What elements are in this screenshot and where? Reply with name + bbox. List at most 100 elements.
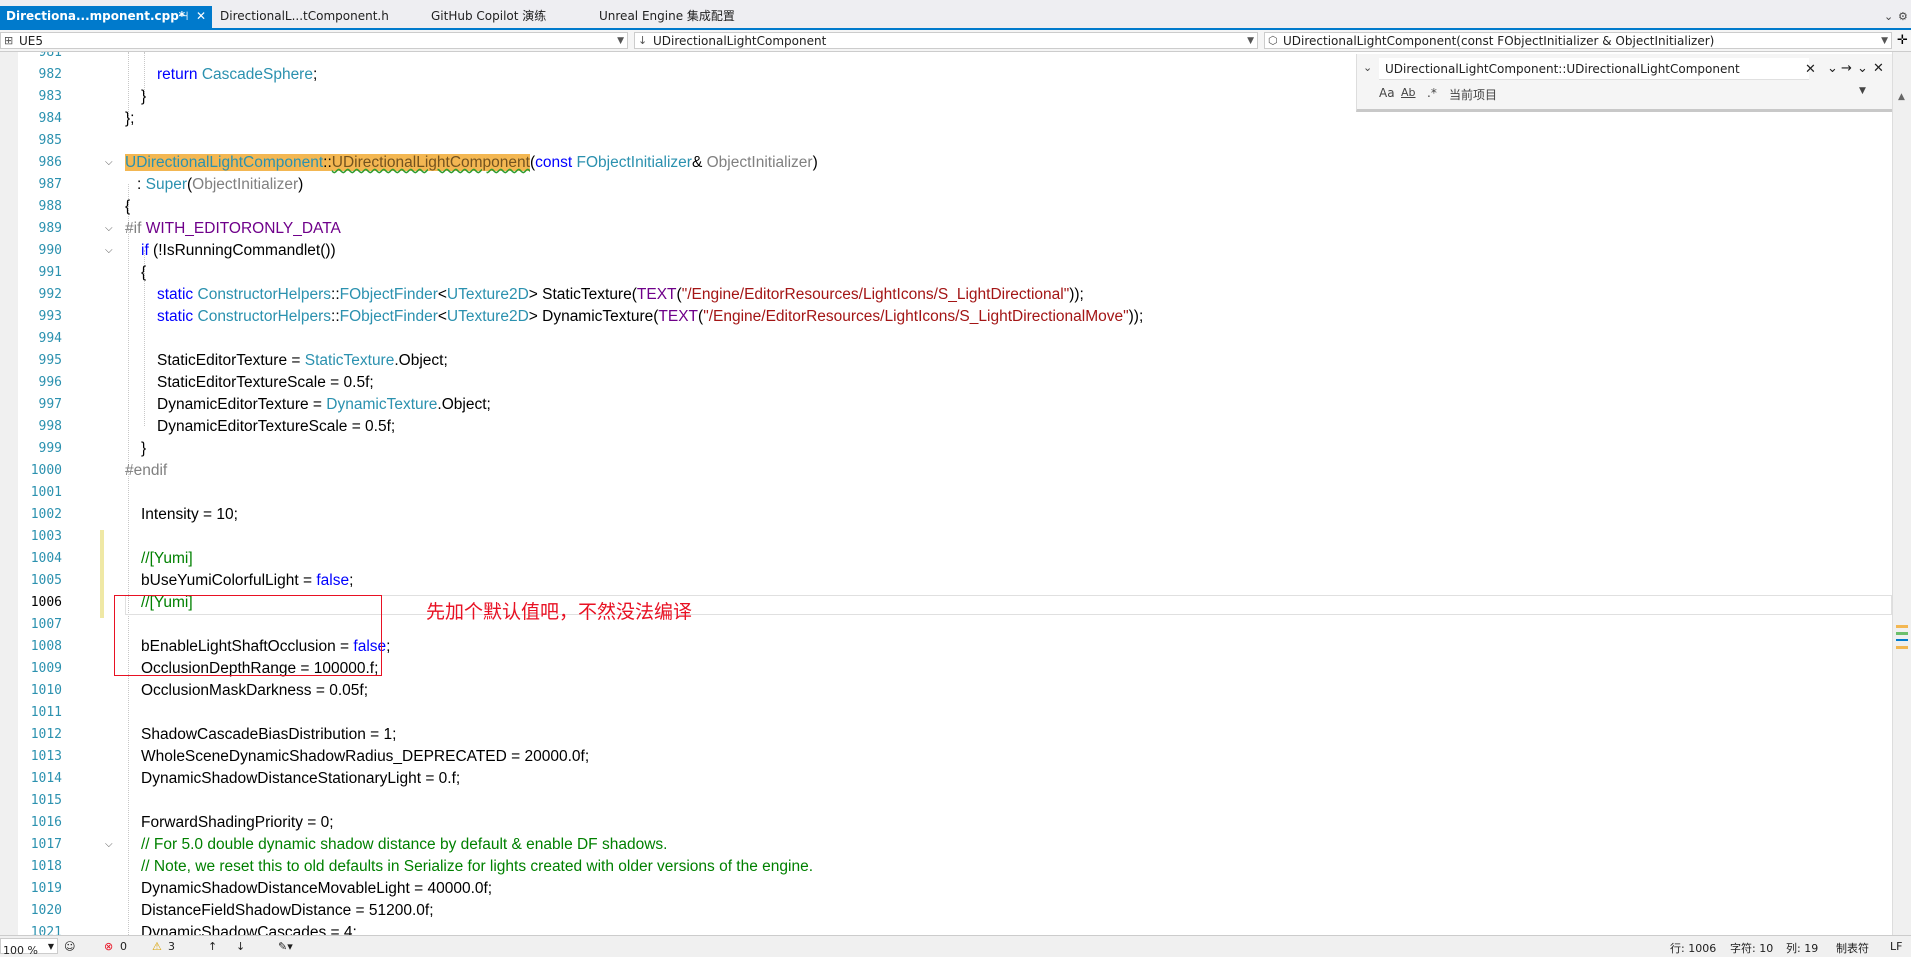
copilot-icon[interactable]: ☺ bbox=[64, 940, 75, 953]
line-ending[interactable]: LF bbox=[1890, 940, 1902, 953]
line-number: 1000 bbox=[30, 463, 62, 478]
warning-count[interactable]: 3 bbox=[168, 940, 175, 953]
type-name: FObjectFinder bbox=[339, 286, 438, 303]
search-scope[interactable]: 当前项目 bbox=[1449, 86, 1497, 103]
code-line: 988 { bbox=[0, 196, 1892, 218]
fold-chevron-icon[interactable]: ⌵ bbox=[105, 240, 113, 262]
macro-name: TEXT bbox=[636, 286, 677, 303]
project-dropdown[interactable]: ⊞ UE5 ▼ bbox=[0, 32, 628, 49]
member-access: .Object; bbox=[394, 352, 448, 369]
line-number: 994 bbox=[38, 331, 62, 346]
tab-label: GitHub Copilot 演练 bbox=[431, 9, 547, 23]
method-cube-icon: ⬡ bbox=[1268, 34, 1278, 47]
find-next-arrow-icon[interactable]: → bbox=[1841, 61, 1852, 76]
expand-replace-chevron-icon[interactable]: ⌄ bbox=[1363, 61, 1372, 74]
warning-icon[interactable]: ⚠ bbox=[152, 940, 162, 953]
pin-icon[interactable]: ⊣ bbox=[178, 6, 188, 26]
line-number: 981 bbox=[38, 52, 62, 60]
colon: : bbox=[137, 176, 146, 193]
member-dropdown[interactable]: ⬡ UDirectionalLightComponent(const FObje… bbox=[1264, 32, 1892, 49]
member-access: .Object; bbox=[437, 396, 491, 413]
tab-label: Directiona...mponent.cpp* bbox=[6, 9, 186, 23]
code-text: WholeSceneDynamicShadowRadius_DEPRECATED… bbox=[141, 748, 590, 765]
next-issue-arrow-icon[interactable]: ↓ bbox=[236, 940, 245, 953]
find-dropdown-chevron-icon[interactable]: ⌄ bbox=[1857, 61, 1868, 76]
keyword-if: if bbox=[141, 242, 149, 259]
code-line: 1015 bbox=[0, 790, 1892, 812]
line-number: 982 bbox=[38, 67, 62, 82]
code-text: ForwardShadingPriority = 0; bbox=[141, 814, 334, 831]
string-literal: "/Engine/EditorResources/LightIcons/S_Li… bbox=[703, 308, 1129, 325]
line-number: 1015 bbox=[30, 793, 62, 808]
column-indicator[interactable]: 列: 19 bbox=[1786, 940, 1818, 956]
fold-chevron-icon[interactable]: ⌵ bbox=[105, 218, 113, 240]
line-number: 1010 bbox=[30, 683, 62, 698]
char-indicator[interactable]: 字符: 10 bbox=[1730, 940, 1773, 956]
gear-icon[interactable]: ⚙ bbox=[1898, 10, 1908, 23]
code-line: 1004 //[Yumi] bbox=[0, 548, 1892, 570]
tab-label: Unreal Engine 集成配置 bbox=[599, 9, 735, 23]
zoom-dropdown[interactable]: 100 % ▼ bbox=[0, 938, 58, 957]
vertical-scrollbar[interactable]: ▲ bbox=[1892, 52, 1911, 935]
fold-chevron-icon[interactable]: ⌵ bbox=[105, 152, 113, 174]
code-line: 1020 DistanceFieldShadowDistance = 51200… bbox=[0, 900, 1892, 922]
code-text: DynamicShadowDistanceStationaryLight = 0… bbox=[141, 770, 461, 787]
code-text: DynamicShadowCascades = 4; bbox=[141, 924, 357, 935]
scope-chevron-down-icon[interactable]: ▼ bbox=[1859, 86, 1866, 96]
identifier: CascadeSphere bbox=[201, 66, 313, 83]
variable: StaticTexture( bbox=[542, 286, 637, 303]
code-line: 1013 WholeSceneDynamicShadowRadius_DEPRE… bbox=[0, 746, 1892, 768]
identifier: StaticTexture bbox=[304, 352, 395, 369]
type-name: FObjectFinder bbox=[339, 308, 438, 325]
code-line: 991 { bbox=[0, 262, 1892, 284]
line-number: 1006 bbox=[30, 595, 62, 610]
variable: DynamicTexture( bbox=[542, 308, 659, 325]
line-indicator[interactable]: 行: 1006 bbox=[1670, 940, 1716, 956]
param-name: ObjectInitializer bbox=[706, 154, 813, 171]
tab-directional-light-h[interactable]: DirectionalL...tComponent.h bbox=[214, 6, 394, 26]
angle: > bbox=[528, 286, 543, 303]
tab-overflow-chevron-icon[interactable]: ⌄ bbox=[1884, 10, 1893, 23]
tab-github-copilot[interactable]: GitHub Copilot 演练 bbox=[425, 6, 575, 26]
fold-chevron-icon[interactable]: ⌵ bbox=[105, 834, 113, 856]
match-case-toggle[interactable]: Aa bbox=[1379, 86, 1395, 100]
scope-dropdown[interactable]: ↓ UDirectionalLightComponent ▼ bbox=[634, 32, 1258, 49]
whole-word-toggle[interactable]: Ab bbox=[1401, 86, 1416, 99]
line-number: 983 bbox=[38, 89, 62, 104]
tab-directional-light-cpp[interactable]: Directiona...mponent.cpp* ⊣ ✕ bbox=[0, 6, 212, 28]
code-line: 1001 bbox=[0, 482, 1892, 504]
annotation-text: 先加个默认值吧，不然没法编译 bbox=[426, 601, 693, 623]
tab-unreal-engine-config[interactable]: Unreal Engine 集成配置 bbox=[593, 6, 753, 26]
scroll-marker bbox=[1896, 646, 1908, 649]
line-number: 990 bbox=[38, 243, 62, 258]
close-find-icon[interactable]: ✕ bbox=[1873, 61, 1884, 76]
line-number: 995 bbox=[38, 353, 62, 368]
assignment: bUseYumiColorfulLight = bbox=[141, 572, 317, 589]
line-number: 996 bbox=[38, 375, 62, 390]
code-text: } bbox=[141, 440, 147, 457]
cleanup-brush-icon[interactable]: ✎▾ bbox=[278, 940, 293, 953]
code-line: 987 : Super(ObjectInitializer) bbox=[0, 174, 1892, 196]
error-count[interactable]: 0 bbox=[120, 940, 127, 953]
paren: )); bbox=[1069, 286, 1084, 303]
code-editor[interactable]: 981 982 return CascadeSphere; 983 } 984 … bbox=[0, 52, 1892, 935]
error-icon[interactable]: ⊗ bbox=[104, 940, 113, 953]
line-number: 1011 bbox=[30, 705, 62, 720]
split-add-icon[interactable]: ✛ bbox=[1897, 33, 1908, 48]
code-line: 986 ⌵ UDirectionalLightComponent::UDirec… bbox=[0, 152, 1892, 174]
indent-mode[interactable]: 制表符 bbox=[1836, 940, 1869, 956]
line-number: 1019 bbox=[30, 881, 62, 896]
code-text: StaticEditorTextureScale = 0.5f; bbox=[157, 374, 374, 391]
code-line: 1000 #endif bbox=[0, 460, 1892, 482]
previous-issue-arrow-icon[interactable]: ↑ bbox=[208, 940, 217, 953]
line-number: 998 bbox=[38, 419, 62, 434]
clear-search-icon[interactable]: ✕ bbox=[1805, 62, 1816, 77]
macro-name: TEXT bbox=[658, 308, 699, 325]
find-options-chevron-icon[interactable]: ⌄ bbox=[1827, 61, 1838, 76]
find-input[interactable]: UDirectionalLightComponent::UDirectional… bbox=[1379, 58, 1809, 80]
code-text: #if WITH_EDITORONLY_DATA bbox=[125, 218, 341, 240]
close-icon[interactable]: ✕ bbox=[196, 6, 206, 26]
regex-toggle-icon[interactable]: .* bbox=[1427, 86, 1437, 100]
scroll-up-icon[interactable]: ▲ bbox=[1898, 92, 1905, 102]
line-number: 993 bbox=[38, 309, 62, 324]
